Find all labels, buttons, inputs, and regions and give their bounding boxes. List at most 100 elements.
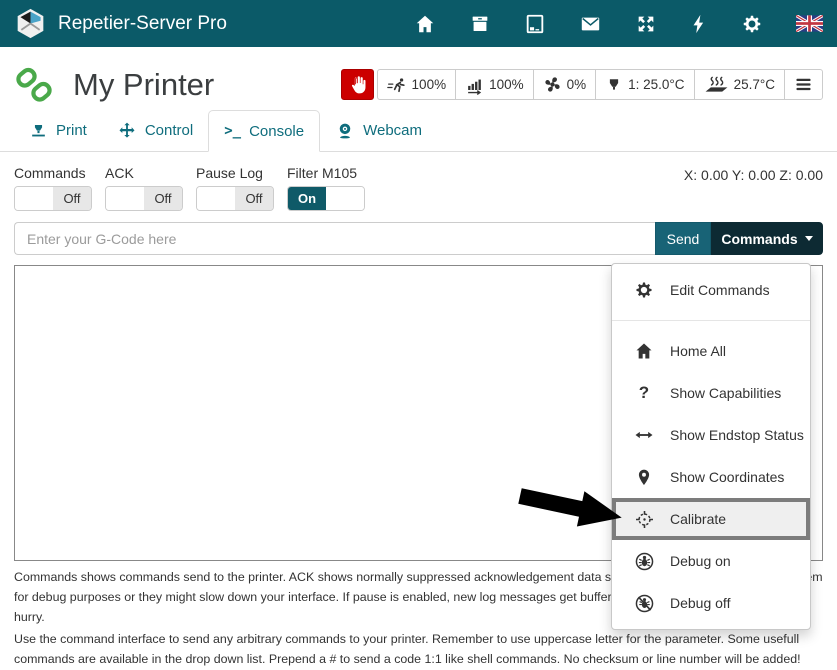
- settings-icon[interactable]: [741, 13, 763, 35]
- navbar-icons: [414, 13, 823, 35]
- extruder-icon: [605, 76, 623, 93]
- switch-blank: [326, 187, 364, 210]
- repetier-logo-icon: [14, 7, 47, 40]
- hamburger-menu-icon: [794, 75, 813, 94]
- status-group: 100% 100%: [377, 69, 823, 100]
- home-icon[interactable]: [414, 13, 436, 35]
- language-flag-icon[interactable]: [796, 15, 823, 32]
- top-navbar: Repetier-Server Pro: [0, 0, 837, 47]
- move-arrows-icon: [117, 121, 137, 140]
- help-text-commands: Use the command interface to send any ar…: [14, 629, 823, 669]
- power-icon[interactable]: [690, 13, 708, 35]
- printer-tabs: Print Control >_ Console Webcam: [0, 110, 837, 152]
- heated-bed-icon: [704, 75, 729, 94]
- status-toolbar: 100% 100%: [341, 69, 823, 100]
- toggle-label: Pause Log: [196, 165, 274, 181]
- connection-link-icon: [14, 65, 54, 105]
- caret-down-icon: [805, 236, 813, 241]
- menu-item-label: Home All: [670, 343, 726, 359]
- gcode-input[interactable]: [14, 222, 655, 255]
- fullscreen-icon[interactable]: [635, 13, 657, 35]
- brand[interactable]: Repetier-Server Pro: [14, 7, 227, 40]
- tab-console[interactable]: >_ Console: [208, 110, 320, 152]
- toggle-row: Commands Off ACK Off Pause Log Off Filte…: [14, 165, 823, 211]
- touchscreen-icon[interactable]: [524, 13, 546, 35]
- extruder-value: 1: 25.0°C: [628, 77, 684, 92]
- send-button[interactable]: Send: [655, 222, 711, 255]
- switch-blank: [15, 187, 53, 210]
- menu-item-label: Show Capabilities: [670, 385, 781, 401]
- switch-state: On: [288, 187, 326, 210]
- printer-header: My Printer 100%: [0, 47, 837, 110]
- webcam-icon: [335, 121, 355, 140]
- crosshair-icon: [633, 509, 655, 530]
- command-bar: Send Commands: [14, 222, 823, 255]
- flow-status[interactable]: 100%: [455, 70, 533, 99]
- menu-divider: [612, 320, 810, 321]
- flow-value: 100%: [489, 77, 524, 92]
- menu-item-label: Edit Commands: [670, 282, 770, 298]
- menu-item-calibrate[interactable]: Calibrate: [612, 498, 810, 540]
- tab-label: Webcam: [363, 122, 422, 139]
- gear-icon: [633, 280, 655, 300]
- bug-off-icon: [633, 593, 655, 614]
- printer-box-icon[interactable]: [469, 13, 491, 35]
- menu-item-edit-commands[interactable]: Edit Commands: [612, 269, 810, 311]
- tab-label: Print: [56, 122, 87, 139]
- flow-bars-icon: [465, 75, 484, 95]
- menu-item-debug-on[interactable]: Debug on: [612, 540, 810, 582]
- tab-webcam[interactable]: Webcam: [320, 110, 437, 151]
- toggle-label: Commands: [14, 165, 92, 181]
- switch-blank: [197, 187, 235, 210]
- menu-item-label: Debug off: [670, 595, 730, 611]
- filter-m105-toggle-switch[interactable]: On: [287, 186, 365, 211]
- pause-log-toggle-switch[interactable]: Off: [196, 186, 274, 211]
- tab-label: Control: [145, 122, 193, 139]
- commands-toggle-switch[interactable]: Off: [14, 186, 92, 211]
- bug-icon: [633, 551, 655, 572]
- fan-status[interactable]: 0%: [533, 70, 596, 99]
- tab-print[interactable]: Print: [14, 110, 102, 151]
- toggle-pause-log: Pause Log Off: [196, 165, 274, 211]
- toggle-ack: ACK Off: [105, 165, 183, 211]
- fan-value: 0%: [567, 77, 587, 92]
- switch-state: Off: [235, 187, 273, 210]
- home-icon: [633, 341, 655, 361]
- speed-value: 100%: [412, 77, 447, 92]
- toggle-label: ACK: [105, 165, 183, 181]
- extruder-status[interactable]: 1: 25.0°C: [595, 70, 693, 99]
- menu-item-label: Show Coordinates: [670, 469, 784, 485]
- page-title: My Printer: [73, 67, 214, 103]
- menu-item-show-coordinates[interactable]: Show Coordinates: [612, 456, 810, 498]
- position-readout: X: 0.00 Y: 0.00 Z: 0.00: [684, 165, 823, 211]
- menu-item-show-endstop-status[interactable]: Show Endstop Status: [612, 414, 810, 456]
- toggle-filter-m105: Filter M105 On: [287, 165, 365, 211]
- speed-runner-icon: [387, 76, 407, 94]
- print-icon: [29, 122, 48, 139]
- menu-item-debug-off[interactable]: Debug off: [612, 582, 810, 624]
- emergency-stop-button[interactable]: [341, 69, 374, 100]
- brand-title: Repetier-Server Pro: [58, 13, 227, 35]
- switch-state: Off: [144, 187, 182, 210]
- menu-item-label: Calibrate: [670, 511, 726, 527]
- toggle-commands: Commands Off: [14, 165, 92, 211]
- menu-item-show-capabilities[interactable]: ? Show Capabilities: [612, 372, 810, 414]
- commands-dropdown-button[interactable]: Commands: [711, 222, 823, 255]
- ack-toggle-switch[interactable]: Off: [105, 186, 183, 211]
- menu-item-label: Show Endstop Status: [670, 427, 804, 443]
- switch-state: Off: [53, 187, 91, 210]
- menu-item-home-all[interactable]: Home All: [612, 330, 810, 372]
- tab-control[interactable]: Control: [102, 110, 208, 151]
- messages-icon[interactable]: [579, 13, 602, 35]
- fan-icon: [543, 75, 562, 94]
- menu-item-label: Debug on: [670, 553, 731, 569]
- speed-status[interactable]: 100%: [378, 70, 456, 99]
- bed-value: 25.7°C: [734, 77, 775, 92]
- toggle-label: Filter M105: [287, 165, 365, 181]
- commands-dropdown-menu: Edit Commands Home All ? Show Capabiliti…: [611, 263, 811, 630]
- bed-status[interactable]: 25.7°C: [694, 70, 784, 99]
- arrows-horizontal-icon: [633, 425, 655, 445]
- terminal-icon: >_: [224, 123, 241, 139]
- printer-menu-button[interactable]: [784, 70, 822, 99]
- printer-title-group: My Printer: [14, 65, 214, 105]
